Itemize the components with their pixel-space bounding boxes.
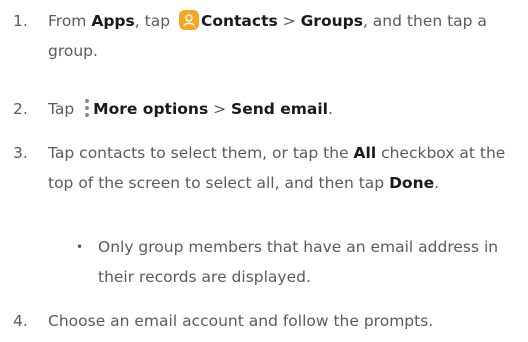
apps-label: Apps (91, 12, 135, 30)
step-number: 3. (13, 144, 28, 162)
bullet-marker: • (76, 240, 84, 254)
step-number: 1. (13, 12, 28, 30)
groups-label: Groups (300, 12, 363, 30)
all-label: All (353, 144, 377, 162)
contacts-icon (178, 10, 199, 30)
more-options-label: More options (93, 100, 209, 118)
step-text: Tap contacts to select them, or tap the … (48, 144, 506, 192)
step-text: Tap More options > Send email. (48, 99, 333, 118)
note-text: Only group members that have an email ad… (98, 238, 499, 286)
more-options-icon (84, 99, 90, 117)
contacts-label: Contacts (200, 12, 278, 30)
instructions-document: 1. From Apps, tap Contacts > Groups, and… (0, 0, 528, 342)
send-email-label: Send email (231, 100, 328, 118)
done-label: Done (389, 174, 435, 192)
step-number: 2. (13, 100, 28, 118)
step-number: 4. (13, 312, 28, 330)
step-text: From Apps, tap Contacts > Groups, and th… (48, 10, 487, 60)
step-text: Choose an email account and follow the p… (48, 312, 434, 330)
